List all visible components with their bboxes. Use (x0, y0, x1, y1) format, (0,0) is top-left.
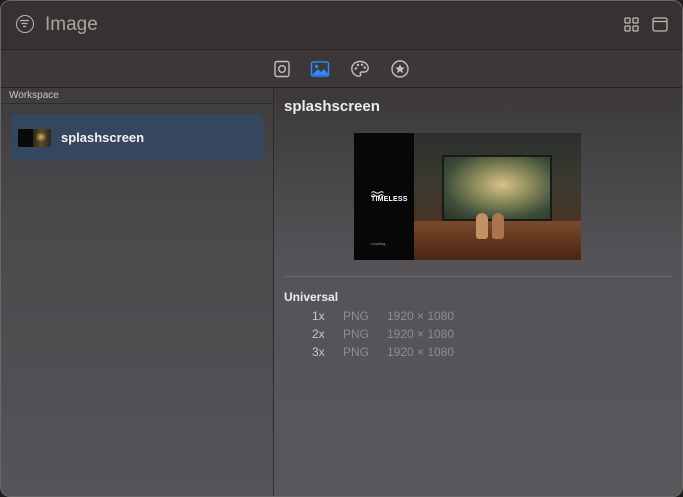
preview-loading-text: Loading... (371, 241, 389, 246)
grid-view-icon[interactable] (624, 17, 639, 37)
variant-dimensions: 1920 × 1080 (387, 345, 455, 359)
variant-dimensions: 1920 × 1080 (387, 327, 455, 341)
preview-figure (476, 213, 488, 239)
divider (284, 276, 672, 277)
variant-scale: 1x (312, 309, 325, 323)
variant-dimensions: 1920 × 1080 (387, 309, 455, 323)
variant-scale: 2x (312, 327, 325, 341)
filter-icon[interactable] (16, 15, 34, 33)
image-icon[interactable] (310, 59, 330, 79)
asset-title: splashscreen (284, 98, 380, 115)
preview-screen (442, 155, 552, 221)
sidebar-item-label: splashscreen (61, 130, 145, 145)
preview-logo-text: TIMELESS (371, 196, 408, 203)
image-preview: TIMELESS Loading... (354, 133, 581, 260)
app-window: Image Workspace splashscreen splashscree… (0, 0, 683, 497)
variant-scale: 3x (312, 345, 325, 359)
detail-pane: splashscreen TIMELESS Loading... Univers… (274, 88, 682, 496)
variant-format: PNG (343, 327, 370, 341)
section-title: Universal (284, 290, 339, 304)
variant-format: PNG (343, 309, 370, 323)
preview-figure (492, 213, 504, 239)
palette-icon[interactable] (350, 59, 370, 79)
title-bar: Image (1, 1, 682, 50)
file-inspector-icon[interactable] (272, 59, 292, 79)
sidebar-item-splashscreen[interactable]: splashscreen (11, 114, 263, 161)
preview-artwork (414, 133, 581, 260)
sidebar-header: Workspace (9, 90, 59, 101)
divider (1, 103, 273, 104)
window-title: Image (45, 14, 98, 35)
image-thumbnail (18, 129, 51, 147)
star-icon[interactable] (390, 59, 410, 79)
workspace-sidebar: Workspace splashscreen (1, 88, 274, 496)
inspector-toolbar (1, 50, 682, 88)
window-panel-icon[interactable] (652, 17, 668, 37)
variant-format: PNG (343, 345, 370, 359)
